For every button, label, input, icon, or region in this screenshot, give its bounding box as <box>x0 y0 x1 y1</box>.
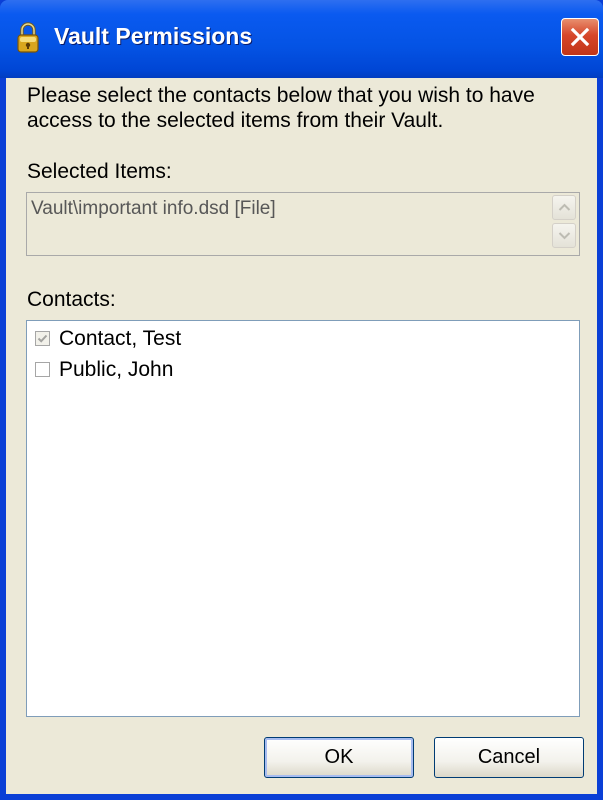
contact-checkbox-checked[interactable] <box>35 331 50 346</box>
selected-items-label: Selected Items: <box>27 160 172 183</box>
checkmark-icon <box>37 334 48 343</box>
dialog-window: Vault Permissions Please select the cont… <box>0 0 603 800</box>
close-button[interactable] <box>561 18 599 56</box>
window-title: Vault Permissions <box>54 23 253 49</box>
contact-name: Public, John <box>59 358 174 381</box>
chevron-down-icon <box>558 232 571 240</box>
cancel-button[interactable]: Cancel <box>434 737 584 778</box>
instruction-text: Please select the contacts below that yo… <box>27 84 535 132</box>
lock-icon <box>15 20 41 56</box>
contact-name: Contact, Test <box>59 327 182 350</box>
selected-items-list[interactable]: Vault\important info.dsd [File] <box>26 192 580 256</box>
contacts-label: Contacts: <box>27 288 116 311</box>
scroll-up-button[interactable] <box>552 195 576 220</box>
contact-checkbox[interactable] <box>35 362 50 377</box>
dialog-body: Please select the contacts below that yo… <box>6 78 597 794</box>
chevron-up-icon <box>558 203 571 211</box>
close-icon <box>570 27 590 47</box>
selected-item: Vault\important info.dsd [File] <box>31 198 276 219</box>
title-bar[interactable]: Vault Permissions <box>0 0 603 78</box>
contacts-list[interactable]: Contact, Test Public, John <box>26 320 580 717</box>
scroll-down-button[interactable] <box>552 223 576 248</box>
ok-button[interactable]: OK <box>264 737 414 778</box>
